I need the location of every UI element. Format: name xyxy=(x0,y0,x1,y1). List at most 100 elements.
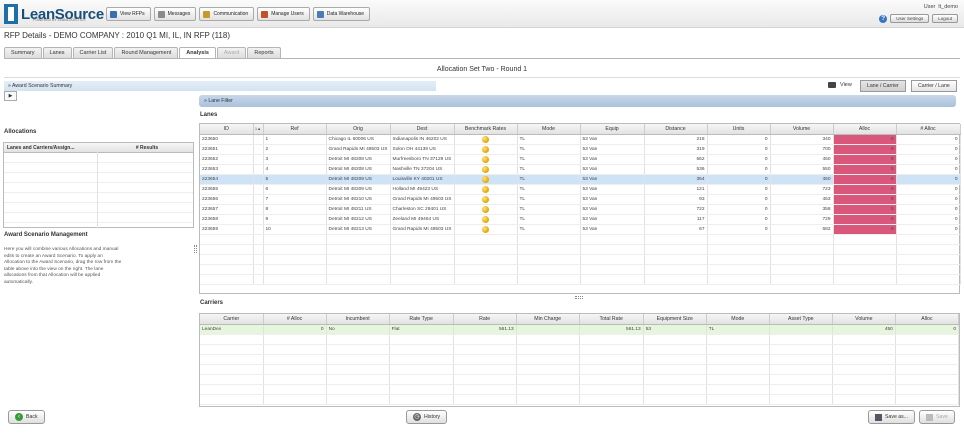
lane-alloc-cell[interactable]: 0 xyxy=(833,194,897,205)
lane-id-cell[interactable]: 223655 xyxy=(200,184,254,195)
lane-equip-cell[interactable]: 53 Van xyxy=(580,164,645,175)
lane-ref-cell[interactable]: 1 xyxy=(263,134,327,145)
sort-cell[interactable] xyxy=(253,174,264,185)
sort-asc-icon[interactable]: 1▲ xyxy=(253,124,264,135)
award-scenario-summary-bar[interactable]: » Award Scenario Summary xyxy=(4,81,436,91)
lane-num-alloc-cell[interactable]: 0 xyxy=(896,154,961,165)
carriers-col-rate-type[interactable]: Rate Type xyxy=(389,314,454,325)
lane-id-cell[interactable]: 223657 xyxy=(200,204,254,215)
view-rfps-button[interactable]: View RFPs xyxy=(106,7,151,21)
lane-distance-cell[interactable]: 121 xyxy=(644,184,708,195)
lane-id-cell[interactable]: 223653 xyxy=(200,164,254,175)
lane-distance-cell[interactable]: 536 xyxy=(644,164,708,175)
lane-mode-cell[interactable]: TL xyxy=(517,174,581,185)
lanes-col-alloc[interactable]: Alloc xyxy=(833,124,897,135)
carrier-min-charge-cell[interactable] xyxy=(516,324,580,335)
lane-volume-cell[interactable]: 453 xyxy=(770,194,834,205)
lane-num-alloc-cell[interactable]: 0 xyxy=(896,174,961,185)
lane-id-cell[interactable]: 223659 xyxy=(200,224,254,235)
lane-dest-cell[interactable]: Louisville KY 40201 US xyxy=(390,174,455,185)
benchmark-rate-icon[interactable] xyxy=(482,195,489,203)
lane-units-cell[interactable]: 0 xyxy=(707,194,771,205)
lanes-col-units[interactable]: Units xyxy=(707,124,771,135)
sort-cell[interactable] xyxy=(253,184,264,195)
lane-distance-cell[interactable]: 93 xyxy=(644,194,708,205)
lane-id-cell[interactable]: 223656 xyxy=(200,194,254,205)
lane-id-cell[interactable]: 223658 xyxy=(200,214,254,225)
communication-button[interactable]: Communication xyxy=(199,7,255,21)
benchmark-rate-icon[interactable] xyxy=(482,205,489,213)
history-button[interactable]: ◷ History xyxy=(406,410,448,424)
lane-ref-cell[interactable]: 9 xyxy=(263,214,327,225)
lane-orig-cell[interactable]: Detroit MI 48208 US xyxy=(326,164,391,175)
lane-volume-cell[interactable]: 450 xyxy=(770,174,834,185)
lane-num-alloc-cell[interactable]: 0 xyxy=(896,134,961,145)
lanes-col-dest[interactable]: Dest xyxy=(390,124,455,135)
lane-volume-cell[interactable]: 682 xyxy=(770,224,834,235)
lane-num-alloc-cell[interactable]: 0 xyxy=(896,194,961,205)
lane-dest-cell[interactable]: Solon OH 44139 US xyxy=(390,144,455,155)
lane-mode-cell[interactable]: TL xyxy=(517,204,581,215)
benchmark-rate-icon[interactable] xyxy=(482,225,489,233)
lane-dest-cell[interactable]: Zeeland MI 49464 US xyxy=(390,214,455,225)
lane-distance-cell[interactable]: 218 xyxy=(644,134,708,145)
tab-reports[interactable]: Reports xyxy=(247,47,281,58)
save-as-button[interactable]: Save as... xyxy=(868,410,916,424)
lane-alloc-cell[interactable]: 0 xyxy=(833,134,897,145)
benchmark-rate-icon[interactable] xyxy=(482,215,489,223)
lane-num-alloc-cell[interactable]: 0 xyxy=(896,204,961,215)
lane-units-cell[interactable]: 0 xyxy=(707,134,771,145)
lane-volume-cell[interactable]: 550 xyxy=(770,164,834,175)
lane-num-alloc-cell[interactable]: 0 xyxy=(896,214,961,225)
lane-volume-cell[interactable]: 450 xyxy=(770,154,834,165)
lane-units-cell[interactable]: 0 xyxy=(707,224,771,235)
benchmark-rate-cell[interactable] xyxy=(454,164,518,175)
lane-units-cell[interactable]: 0 xyxy=(707,144,771,155)
lane-row[interactable]: 223655 6 Detroit MI 48209 US Holland MI 494… xyxy=(200,184,961,195)
lane-row[interactable]: 223651 2 Grand Rapids MI 49503 US Solon OH … xyxy=(200,144,961,155)
lane-equip-cell[interactable]: 53 Van xyxy=(580,214,645,225)
lane-row[interactable]: 223652 3 Detroit MI 48208 US Murfreesboro T… xyxy=(200,154,961,165)
sort-cell[interactable] xyxy=(253,214,264,225)
messages-button[interactable]: Messages xyxy=(153,7,197,21)
benchmark-rate-cell[interactable] xyxy=(454,204,518,215)
lane-id-cell[interactable]: 223652 xyxy=(200,154,254,165)
carriers-col-asset-type[interactable]: Asset Type xyxy=(769,314,833,325)
benchmark-rate-icon[interactable] xyxy=(482,135,489,143)
benchmark-rate-cell[interactable] xyxy=(454,144,518,155)
horizontal-splitter-handle[interactable] xyxy=(575,296,583,299)
user-settings-button[interactable]: User Settings xyxy=(890,14,930,23)
carriers-col-alloc[interactable]: Alloc xyxy=(895,314,960,325)
lane-units-cell[interactable]: 0 xyxy=(707,204,771,215)
back-button[interactable]: ‹ Back xyxy=(8,410,45,424)
lane-dest-cell[interactable]: Grand Rapids MI 49503 US xyxy=(390,194,455,205)
benchmark-rate-icon[interactable] xyxy=(482,145,489,153)
lanes-grid[interactable]: ID 1▲ Ref Orig Dest Benchmark Rates Mode… xyxy=(199,123,961,294)
carrier-carrier-cell[interactable]: LeanDex xyxy=(200,324,264,335)
lane-alloc-cell[interactable]: 0 xyxy=(833,224,897,235)
lane-mode-cell[interactable]: TL xyxy=(517,224,581,235)
benchmark-rate-cell[interactable] xyxy=(454,154,518,165)
tab-lanes[interactable]: Lanes xyxy=(42,47,72,58)
carrier-equipment-size-cell[interactable]: 53 xyxy=(643,324,707,335)
lane-ref-cell[interactable]: 8 xyxy=(263,204,327,215)
lane-row[interactable]: 223658 9 Detroit MI 48212 US Zeeland MI 494… xyxy=(200,214,961,225)
benchmark-rate-cell[interactable] xyxy=(454,224,518,235)
sort-cell[interactable] xyxy=(253,144,264,155)
lane-dest-cell[interactable]: Nashville TN 37204 US xyxy=(390,164,455,175)
lane-equip-cell[interactable]: 53 Van xyxy=(580,184,645,195)
lane-ref-cell[interactable]: 10 xyxy=(263,224,327,235)
lane-volume-cell[interactable]: 340 xyxy=(770,134,834,145)
lane-num-alloc-cell[interactable]: 0 xyxy=(896,144,961,155)
lane-alloc-cell[interactable]: 0 xyxy=(833,144,897,155)
carrier-incumbent-cell[interactable]: No xyxy=(326,324,390,335)
lane-num-alloc-cell[interactable]: 0 xyxy=(896,164,961,175)
lane-dest-cell[interactable]: Grand Rapids MI 49503 US xyxy=(390,224,455,235)
lane-distance-cell[interactable]: 117 xyxy=(644,214,708,225)
carriers-col-mode[interactable]: Mode xyxy=(706,314,770,325)
lane-dest-cell[interactable]: Murfreesboro TN 37129 US xyxy=(390,154,455,165)
lane-equip-cell[interactable]: 53 Van xyxy=(580,134,645,145)
carriers-col-num-alloc[interactable]: # Alloc xyxy=(263,314,327,325)
lane-ref-cell[interactable]: 2 xyxy=(263,144,327,155)
lane-volume-cell[interactable]: 729 xyxy=(770,214,834,225)
